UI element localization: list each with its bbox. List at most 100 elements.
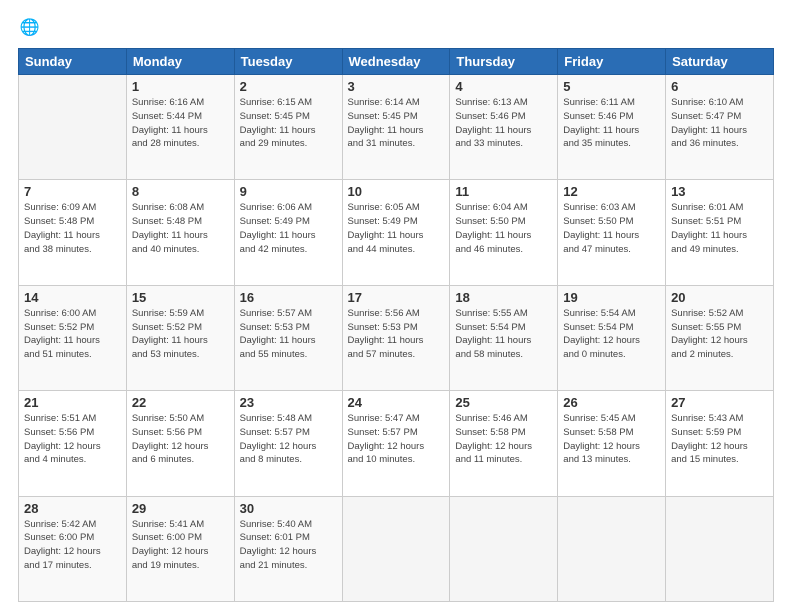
day-info: Sunrise: 5:48 AM Sunset: 5:57 PM Dayligh…	[240, 412, 337, 467]
day-info: Sunrise: 5:45 AM Sunset: 5:58 PM Dayligh…	[563, 412, 660, 467]
day-info: Sunrise: 5:56 AM Sunset: 5:53 PM Dayligh…	[348, 307, 445, 362]
day-info: Sunrise: 5:46 AM Sunset: 5:58 PM Dayligh…	[455, 412, 552, 467]
logo: 🌐	[18, 18, 44, 40]
day-info: Sunrise: 6:08 AM Sunset: 5:48 PM Dayligh…	[132, 201, 229, 256]
day-info: Sunrise: 6:11 AM Sunset: 5:46 PM Dayligh…	[563, 96, 660, 151]
calendar-cell: 2 Sunrise: 6:15 AM Sunset: 5:45 PM Daylig…	[234, 75, 342, 180]
calendar-table: SundayMondayTuesdayWednesdayThursdayFrid…	[18, 48, 774, 602]
calendar-cell: 10Sunrise: 6:05 AM Sunset: 5:49 PM Dayli…	[342, 180, 450, 285]
calendar-cell: 19 Sunrise: 5:54 AM Sunset: 5:54 PM Dayli…	[558, 285, 666, 390]
day-info: Sunrise: 6:09 AM Sunset: 5:48 PM Dayligh…	[24, 201, 121, 256]
day-number: 18	[455, 290, 552, 305]
day-info: Sunrise: 5:52 AM Sunset: 5:55 PM Dayligh…	[671, 307, 768, 362]
calendar-cell: 17Sunrise: 5:56 AM Sunset: 5:53 PM Dayli…	[342, 285, 450, 390]
day-number: 23	[240, 395, 337, 410]
day-info: Sunrise: 5:51 AM Sunset: 5:56 PM Dayligh…	[24, 412, 121, 467]
day-info: Sunrise: 6:03 AM Sunset: 5:50 PM Dayligh…	[563, 201, 660, 256]
calendar-cell: 29 Sunrise: 5:41 AM Sunset: 6:00 PM Dayli…	[126, 496, 234, 601]
day-info: Sunrise: 5:43 AM Sunset: 5:59 PM Dayligh…	[671, 412, 768, 467]
weekday-header-thursday: Thursday	[450, 49, 558, 75]
calendar-cell: 12 Sunrise: 6:03 AM Sunset: 5:50 PM Dayli…	[558, 180, 666, 285]
week-row-3: 14 Sunrise: 6:00 AM Sunset: 5:52 PM Dayli…	[19, 285, 774, 390]
week-row-4: 21 Sunrise: 5:51 AM Sunset: 5:56 PM Dayli…	[19, 391, 774, 496]
day-number: 3	[348, 79, 445, 94]
day-info: Sunrise: 6:00 AM Sunset: 5:52 PM Dayligh…	[24, 307, 121, 362]
calendar-cell: 6Sunrise: 6:10 AM Sunset: 5:47 PM Daylig…	[666, 75, 774, 180]
day-number: 27	[671, 395, 768, 410]
calendar-cell: 15Sunrise: 5:59 AM Sunset: 5:52 PM Dayli…	[126, 285, 234, 390]
svg-text:🌐: 🌐	[19, 18, 39, 37]
day-number: 11	[455, 184, 552, 199]
day-number: 13	[671, 184, 768, 199]
calendar-cell: 28Sunrise: 5:42 AM Sunset: 6:00 PM Dayli…	[19, 496, 127, 601]
day-number: 16	[240, 290, 337, 305]
calendar-cell: 7 Sunrise: 6:09 AM Sunset: 5:48 PM Daylig…	[19, 180, 127, 285]
day-info: Sunrise: 5:40 AM Sunset: 6:01 PM Dayligh…	[240, 518, 337, 573]
day-info: Sunrise: 5:55 AM Sunset: 5:54 PM Dayligh…	[455, 307, 552, 362]
calendar-cell	[342, 496, 450, 601]
day-number: 7	[24, 184, 121, 199]
day-number: 8	[132, 184, 229, 199]
calendar-cell: 24 Sunrise: 5:47 AM Sunset: 5:57 PM Dayli…	[342, 391, 450, 496]
calendar-cell	[666, 496, 774, 601]
day-number: 15	[132, 290, 229, 305]
calendar-cell: 8 Sunrise: 6:08 AM Sunset: 5:48 PM Daylig…	[126, 180, 234, 285]
day-number: 25	[455, 395, 552, 410]
day-info: Sunrise: 5:50 AM Sunset: 5:56 PM Dayligh…	[132, 412, 229, 467]
weekday-header-wednesday: Wednesday	[342, 49, 450, 75]
day-number: 28	[24, 501, 121, 516]
weekday-header-saturday: Saturday	[666, 49, 774, 75]
day-number: 1	[132, 79, 229, 94]
weekday-header-row: SundayMondayTuesdayWednesdayThursdayFrid…	[19, 49, 774, 75]
calendar-cell: 23 Sunrise: 5:48 AM Sunset: 5:57 PM Dayli…	[234, 391, 342, 496]
day-number: 6	[671, 79, 768, 94]
day-number: 22	[132, 395, 229, 410]
day-number: 30	[240, 501, 337, 516]
calendar-cell	[19, 75, 127, 180]
calendar-cell: 14 Sunrise: 6:00 AM Sunset: 5:52 PM Dayli…	[19, 285, 127, 390]
calendar-cell: 27 Sunrise: 5:43 AM Sunset: 5:59 PM Dayli…	[666, 391, 774, 496]
calendar-cell: 3 Sunrise: 6:14 AM Sunset: 5:45 PM Daylig…	[342, 75, 450, 180]
calendar-cell: 25 Sunrise: 5:46 AM Sunset: 5:58 PM Dayli…	[450, 391, 558, 496]
day-info: Sunrise: 6:14 AM Sunset: 5:45 PM Dayligh…	[348, 96, 445, 151]
calendar-cell: 11 Sunrise: 6:04 AM Sunset: 5:50 PM Dayli…	[450, 180, 558, 285]
calendar-cell: 22 Sunrise: 5:50 AM Sunset: 5:56 PM Dayli…	[126, 391, 234, 496]
day-info: Sunrise: 5:57 AM Sunset: 5:53 PM Dayligh…	[240, 307, 337, 362]
weekday-header-tuesday: Tuesday	[234, 49, 342, 75]
day-number: 10	[348, 184, 445, 199]
day-info: Sunrise: 6:06 AM Sunset: 5:49 PM Dayligh…	[240, 201, 337, 256]
day-number: 14	[24, 290, 121, 305]
day-number: 24	[348, 395, 445, 410]
calendar-cell	[558, 496, 666, 601]
day-number: 21	[24, 395, 121, 410]
day-info: Sunrise: 5:41 AM Sunset: 6:00 PM Dayligh…	[132, 518, 229, 573]
day-number: 29	[132, 501, 229, 516]
day-info: Sunrise: 5:47 AM Sunset: 5:57 PM Dayligh…	[348, 412, 445, 467]
day-info: Sunrise: 6:04 AM Sunset: 5:50 PM Dayligh…	[455, 201, 552, 256]
day-info: Sunrise: 6:16 AM Sunset: 5:44 PM Dayligh…	[132, 96, 229, 151]
calendar-cell: 5 Sunrise: 6:11 AM Sunset: 5:46 PM Daylig…	[558, 75, 666, 180]
day-number: 5	[563, 79, 660, 94]
weekday-header-monday: Monday	[126, 49, 234, 75]
weekday-header-sunday: Sunday	[19, 49, 127, 75]
calendar-cell: 4Sunrise: 6:13 AM Sunset: 5:46 PM Daylig…	[450, 75, 558, 180]
weekday-header-friday: Friday	[558, 49, 666, 75]
day-info: Sunrise: 6:15 AM Sunset: 5:45 PM Dayligh…	[240, 96, 337, 151]
calendar-cell: 9 Sunrise: 6:06 AM Sunset: 5:49 PM Daylig…	[234, 180, 342, 285]
page-header: 🌐	[18, 18, 774, 40]
calendar-cell: 30 Sunrise: 5:40 AM Sunset: 6:01 PM Dayli…	[234, 496, 342, 601]
calendar-cell: 1 Sunrise: 6:16 AM Sunset: 5:44 PM Daylig…	[126, 75, 234, 180]
day-info: Sunrise: 5:54 AM Sunset: 5:54 PM Dayligh…	[563, 307, 660, 362]
calendar-cell	[450, 496, 558, 601]
day-number: 19	[563, 290, 660, 305]
calendar-cell: 16 Sunrise: 5:57 AM Sunset: 5:53 PM Dayli…	[234, 285, 342, 390]
logo-icon: 🌐	[18, 18, 40, 40]
day-number: 12	[563, 184, 660, 199]
day-number: 4	[455, 79, 552, 94]
day-number: 26	[563, 395, 660, 410]
calendar-cell: 21 Sunrise: 5:51 AM Sunset: 5:56 PM Dayli…	[19, 391, 127, 496]
day-number: 2	[240, 79, 337, 94]
day-info: Sunrise: 6:01 AM Sunset: 5:51 PM Dayligh…	[671, 201, 768, 256]
day-number: 9	[240, 184, 337, 199]
calendar-cell: 26 Sunrise: 5:45 AM Sunset: 5:58 PM Dayli…	[558, 391, 666, 496]
